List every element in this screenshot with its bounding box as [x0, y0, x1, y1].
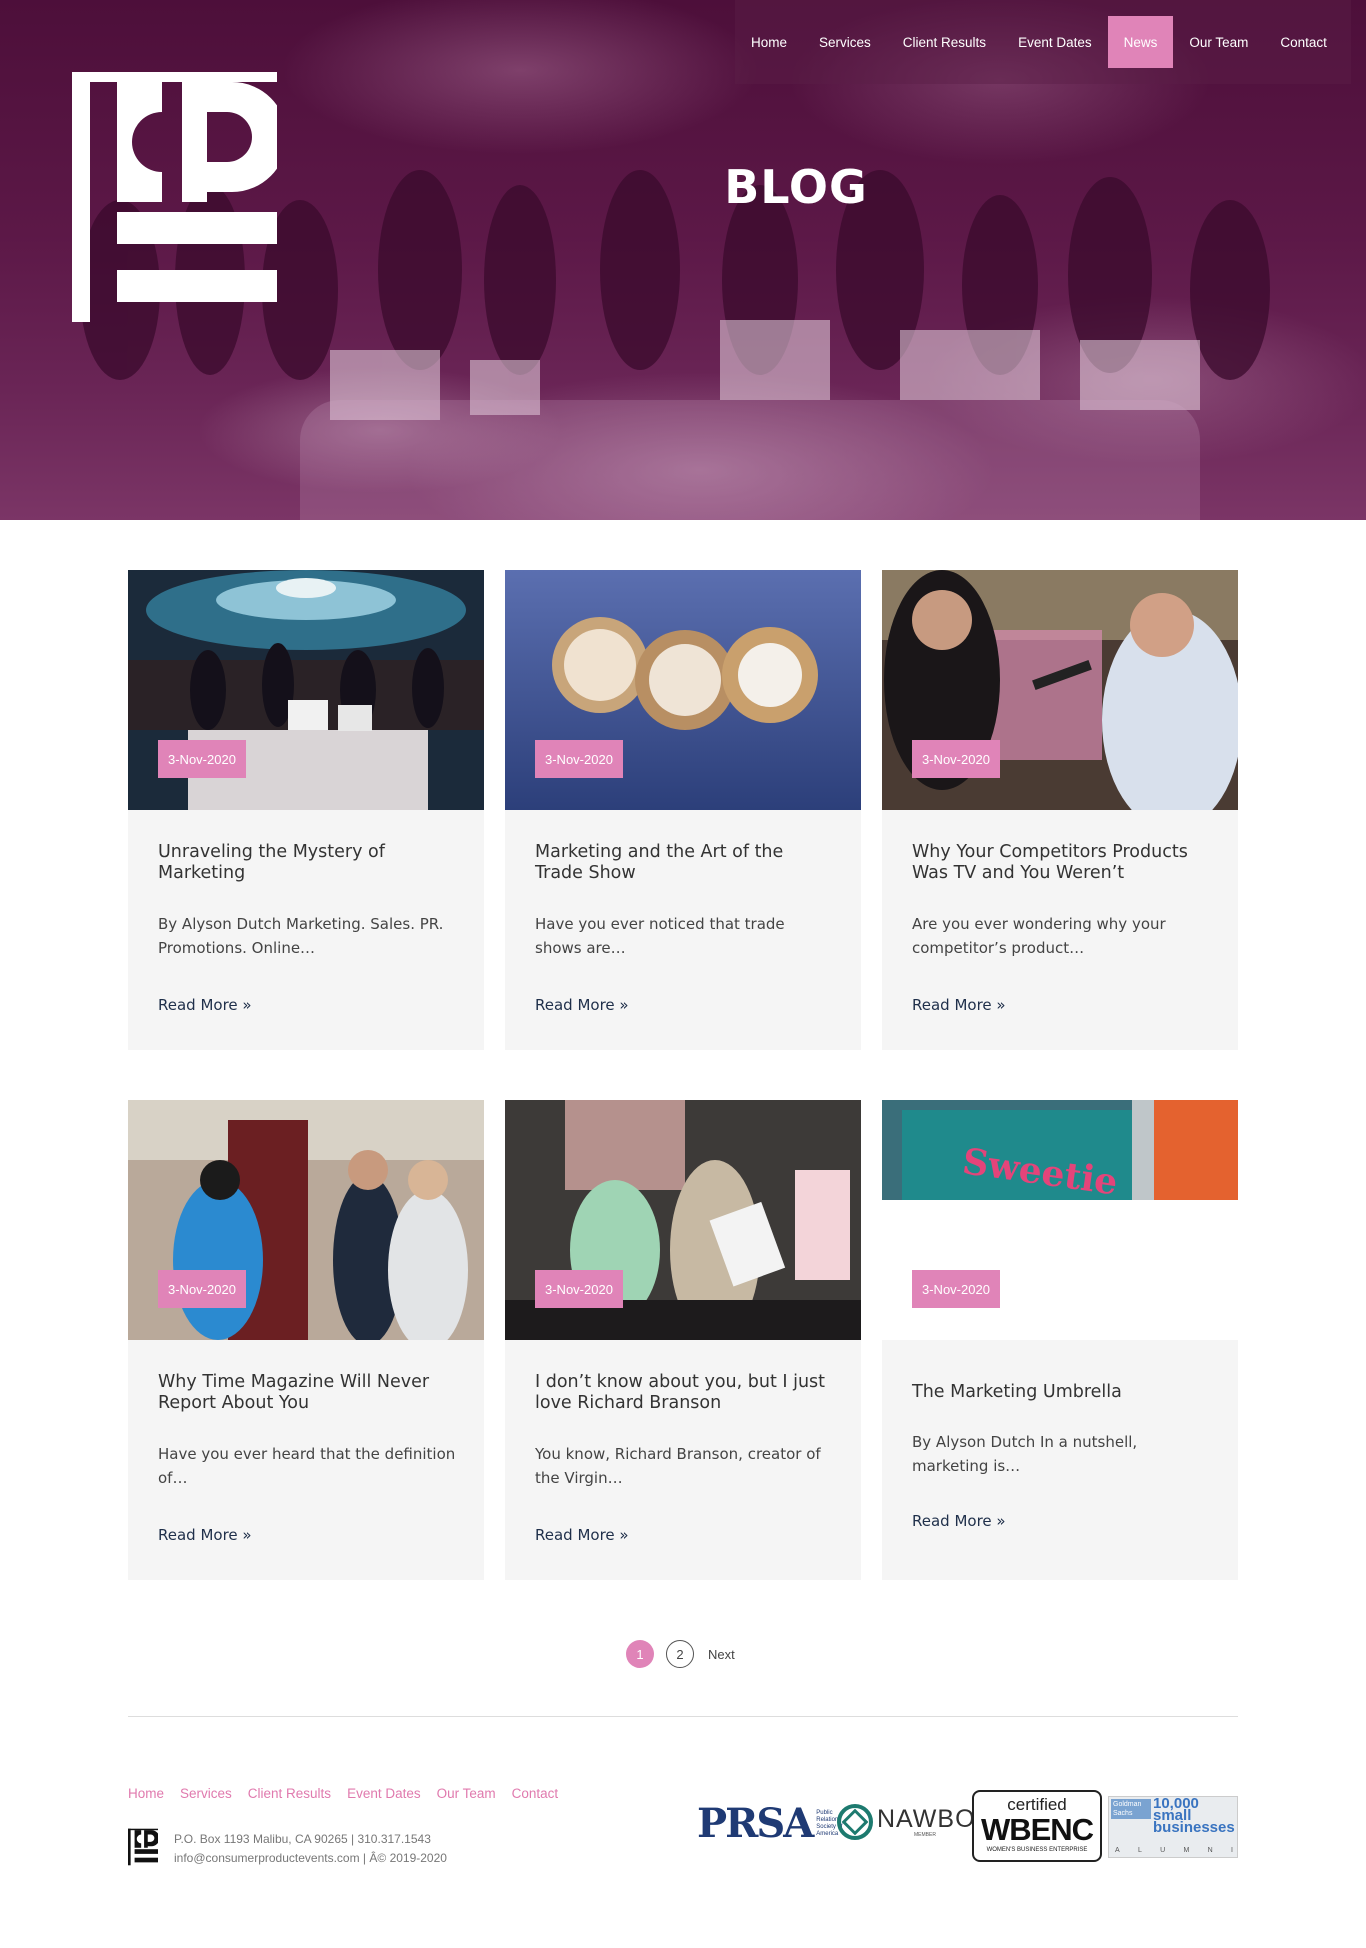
post-card[interactable]: Sweetie 3-Nov-2020 The Marketing Umbrell…: [882, 1100, 1238, 1580]
nav-event-dates[interactable]: Event Dates: [1002, 16, 1108, 68]
wbenc-subtitle: WOMEN'S BUSINESS ENTERPRISE: [986, 1847, 1088, 1853]
gs-program-name: 10,000 small businesses: [1153, 1795, 1235, 1836]
gs-alumni-letter: M: [1183, 1847, 1190, 1854]
post-card[interactable]: 3-Nov-2020 Why Your Competitors Products…: [882, 570, 1238, 1050]
gs-alumni-label: A L U M N I: [1115, 1847, 1233, 1854]
post-card[interactable]: 3-Nov-2020 Marketing and the Art of the …: [505, 570, 861, 1050]
nav-client-results[interactable]: Client Results: [887, 16, 1002, 68]
post-date: 3-Nov-2020: [158, 740, 246, 778]
nav-contact[interactable]: Contact: [1264, 16, 1343, 68]
footer-link-event-dates[interactable]: Event Dates: [347, 1786, 421, 1801]
post-title[interactable]: Why Your Competitors Products Was TV and…: [912, 842, 1212, 884]
page-title: BLOG: [724, 160, 868, 214]
footer-nav: Home Services Client Results Event Dates…: [128, 1786, 558, 1801]
post-card[interactable]: 3-Nov-2020 Unraveling the Mystery of Mar…: [128, 570, 484, 1050]
prsa-badge: PRSA Public Relations Society of America: [697, 1800, 850, 1847]
hero-banner: Home Services Client Results Event Dates…: [0, 0, 1366, 520]
pagination: 1 2 Next: [626, 1640, 735, 1668]
main-nav: Home Services Client Results Event Dates…: [735, 0, 1351, 84]
footer-link-services[interactable]: Services: [180, 1786, 232, 1801]
read-more-link[interactable]: Read More »: [535, 996, 629, 1014]
goldman-sachs-logo: Goldman Sachs: [1111, 1799, 1151, 1819]
post-date: 3-Nov-2020: [912, 1270, 1000, 1308]
post-excerpt: By Alyson Dutch In a nutshell, marketing…: [912, 1433, 1138, 1475]
post-excerpt: Have you ever heard that the definition …: [158, 1445, 456, 1487]
nawbo-badge: NAWBO MEMBER: [837, 1804, 976, 1840]
post-date: 3-Nov-2020: [535, 740, 623, 778]
footer-contact-info: P.O. Box 1193 Malibu, CA 90265 | 310.317…: [174, 1830, 447, 1868]
gs-alumni-letter: I: [1231, 1847, 1233, 1854]
wbenc-wordmark: WBENC: [980, 1812, 1094, 1847]
footer-email-copyright[interactable]: info@consumerproductevents.com | Â© 2019…: [174, 1849, 447, 1868]
post-title[interactable]: Marketing and the Art of the Trade Show: [535, 842, 835, 884]
footer-link-client-results[interactable]: Client Results: [248, 1786, 331, 1801]
post-excerpt: Have you ever noticed that trade shows a…: [535, 915, 785, 957]
footer-divider: [128, 1716, 1238, 1717]
read-more-link[interactable]: Read More »: [158, 996, 252, 1014]
footer-address: P.O. Box 1193 Malibu, CA 90265 | 310.317…: [174, 1832, 431, 1846]
read-more-link[interactable]: Read More »: [912, 1512, 1006, 1530]
membership-badges: PRSA Public Relations Society of America…: [697, 1790, 1238, 1862]
footer-link-home[interactable]: Home: [128, 1786, 164, 1801]
gs-alumni-letter: U: [1160, 1847, 1166, 1854]
page-2-link[interactable]: 2: [666, 1640, 694, 1668]
nawbo-wordmark: NAWBO: [877, 1805, 976, 1833]
nav-home[interactable]: Home: [735, 16, 803, 68]
post-thumbnail[interactable]: Sweetie: [882, 1100, 1238, 1200]
read-more-link[interactable]: Read More »: [158, 1526, 252, 1544]
post-excerpt: By Alyson Dutch Marketing. Sales. PR. Pr…: [158, 915, 444, 957]
gs-alumni-letter: N: [1207, 1847, 1213, 1854]
gs-alumni-letter: L: [1137, 1847, 1142, 1854]
post-date: 3-Nov-2020: [535, 1270, 623, 1308]
post-title[interactable]: The Marketing Umbrella: [912, 1382, 1212, 1403]
post-date: 3-Nov-2020: [158, 1270, 246, 1308]
goldman-sachs-10000-badge: Goldman Sachs 10,000 small businesses A …: [1108, 1796, 1238, 1858]
nav-news[interactable]: News: [1107, 16, 1174, 68]
wbenc-badge: certified WBENC WOMEN'S BUSINESS ENTERPR…: [972, 1790, 1102, 1862]
post-title[interactable]: I don’t know about you, but I just love …: [535, 1372, 835, 1414]
nawbo-knot-icon: [837, 1804, 873, 1840]
read-more-link[interactable]: Read More »: [535, 1526, 629, 1544]
post-excerpt: Are you ever wondering why your competit…: [912, 915, 1166, 957]
post-title[interactable]: Why Time Magazine Will Never Report Abou…: [158, 1372, 458, 1414]
gs-alumni-letter: A: [1115, 1847, 1120, 1854]
prsa-wordmark: PRSA: [697, 1800, 814, 1847]
post-excerpt: You know, Richard Branson, creator of th…: [535, 1445, 821, 1487]
footer-link-contact[interactable]: Contact: [512, 1786, 559, 1801]
post-title[interactable]: Unraveling the Mystery of Marketing: [158, 842, 458, 884]
hero-photo-table: [300, 400, 1200, 520]
footer-link-our-team[interactable]: Our Team: [437, 1786, 496, 1801]
page-1-current[interactable]: 1: [626, 1640, 654, 1668]
read-more-link[interactable]: Read More »: [912, 996, 1006, 1014]
post-date: 3-Nov-2020: [912, 740, 1000, 778]
footer-logo: [128, 1828, 158, 1866]
nav-services[interactable]: Services: [803, 16, 887, 68]
next-page-link[interactable]: Next: [708, 1647, 735, 1662]
nav-our-team[interactable]: Our Team: [1173, 16, 1264, 68]
post-card[interactable]: 3-Nov-2020 Why Time Magazine Will Never …: [128, 1100, 484, 1580]
post-card[interactable]: 3-Nov-2020 I don’t know about you, but I…: [505, 1100, 861, 1580]
